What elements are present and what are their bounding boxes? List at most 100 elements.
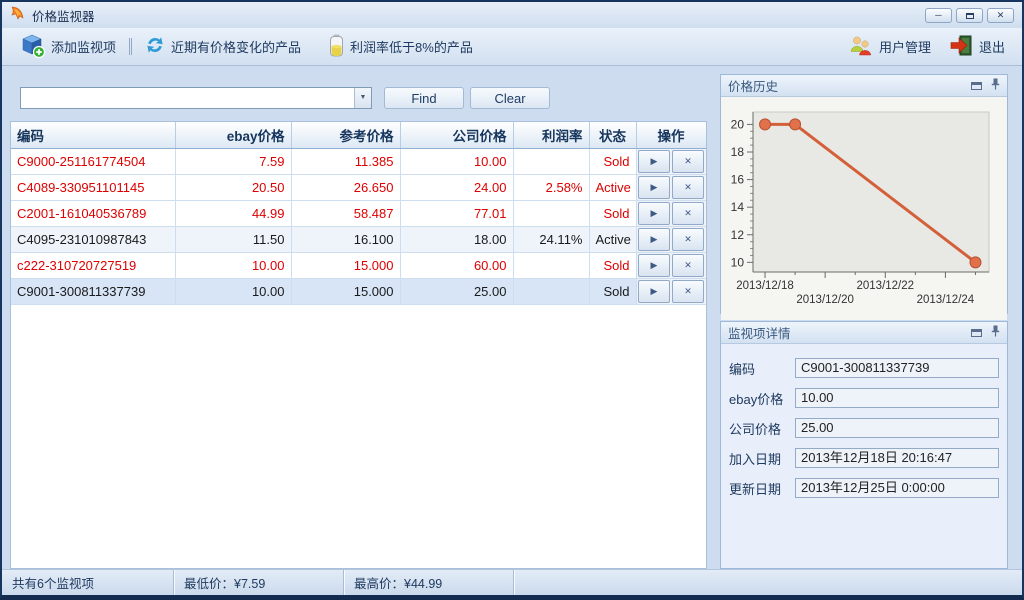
cell-ref: 15.000 [291, 252, 400, 278]
row-delete-button[interactable]: ✕ [672, 176, 704, 199]
status-spacer [514, 570, 1022, 595]
row-delete-button[interactable]: ✕ [672, 150, 704, 173]
clear-button[interactable]: Clear [470, 87, 550, 109]
exit-door-icon [949, 34, 973, 60]
row-delete-button[interactable]: ✕ [672, 202, 704, 225]
svg-text:2013/12/22: 2013/12/22 [856, 280, 914, 292]
add-monitor-button[interactable]: 添加监视项 [12, 30, 123, 63]
cell-operations: ▶✕ [636, 226, 706, 252]
close-button[interactable]: ✕ [987, 8, 1014, 23]
exit-button[interactable]: 退出 [942, 32, 1012, 62]
cell-status: Active [589, 174, 636, 200]
row-open-button[interactable]: ▶ [638, 280, 670, 303]
cell-company: 18.00 [400, 226, 513, 252]
cell-company: 24.00 [400, 174, 513, 200]
cell-code: c222-310720727519 [11, 252, 175, 278]
column-header-0[interactable]: 编码 [11, 122, 175, 148]
detail-field-value[interactable]: 25.00 [795, 418, 999, 438]
cell-company: 77.01 [400, 200, 513, 226]
cell-ebay: 20.50 [175, 174, 291, 200]
price-history-title: 价格历史 [728, 76, 778, 95]
table-header-row: 编码ebay价格参考价格公司价格利润率状态操作 [11, 122, 706, 148]
detail-field-label: 加入日期 [729, 449, 795, 468]
cell-ref: 15.000 [291, 278, 400, 304]
titlebar: 价格监视器 ─ ✕ [2, 2, 1022, 28]
status-total: 共有6个监视项 [2, 570, 174, 595]
right-pane: 价格历史 1012141618202013/12/18201 [720, 74, 1008, 569]
price-history-header: 价格历史 [721, 75, 1007, 97]
minimize-button[interactable]: ─ [925, 8, 952, 23]
recent-changes-button[interactable]: 近期有价格变化的产品 [138, 33, 308, 60]
row-open-button[interactable]: ▶ [638, 254, 670, 277]
svg-text:10: 10 [731, 255, 745, 269]
column-header-1[interactable]: ebay价格 [175, 122, 291, 148]
search-input[interactable] [21, 88, 354, 108]
row-open-button[interactable]: ▶ [638, 150, 670, 173]
svg-text:16: 16 [731, 173, 745, 187]
detail-field-value[interactable]: C9001-300811337739 [795, 358, 999, 378]
price-history-chart: 1012141618202013/12/182013/12/202013/12/… [721, 97, 1007, 320]
status-min-price: 最低价：¥7.59 [174, 570, 344, 595]
statusbar: 共有6个监视项 最低价：¥7.59 最高价：¥44.99 [2, 569, 1022, 595]
row-delete-button[interactable]: ✕ [672, 228, 704, 251]
column-header-6[interactable]: 操作 [636, 122, 706, 148]
panel-restore-icon[interactable] [971, 82, 982, 90]
svg-text:14: 14 [731, 200, 745, 214]
search-combobox: ▼ [20, 87, 372, 109]
pin-icon[interactable] [991, 325, 1000, 340]
cell-operations: ▶✕ [636, 252, 706, 278]
table-row[interactable]: C9001-30081133773910.0015.00025.00Sold▶✕ [11, 278, 706, 304]
chevron-down-icon[interactable]: ▼ [354, 88, 371, 108]
detail-field-value[interactable]: 2013年12月25日 0:00:00 [795, 478, 999, 498]
monitor-details-title: 监视项详情 [728, 323, 791, 342]
cell-ebay: 11.50 [175, 226, 291, 252]
cell-ref: 11.385 [291, 148, 400, 174]
cell-margin [513, 200, 589, 226]
detail-field-label: 编码 [729, 359, 795, 378]
cell-ref: 16.100 [291, 226, 400, 252]
monitor-details-panel: 监视项详情 编码C9001-300811337739ebay价格10.00公司价… [720, 321, 1008, 569]
svg-text:2013/12/20: 2013/12/20 [796, 294, 854, 306]
table-row[interactable]: C2001-16104053678944.9958.48777.01Sold▶✕ [11, 200, 706, 226]
column-header-3[interactable]: 公司价格 [400, 122, 513, 148]
search-row: ▼ Find Clear [10, 74, 707, 121]
cell-status: Sold [589, 148, 636, 174]
toolbar-separator [129, 38, 132, 55]
svg-text:2013/12/18: 2013/12/18 [736, 280, 794, 292]
user-management-label: 用户管理 [879, 37, 931, 56]
toolbar: 添加监视项 近期有价格变化的产品 利润率低于8%的产品 [2, 28, 1022, 66]
maximize-button[interactable] [956, 8, 983, 23]
column-header-4[interactable]: 利润率 [513, 122, 589, 148]
users-icon [848, 35, 873, 59]
row-delete-button[interactable]: ✕ [672, 280, 704, 303]
panel-restore-icon[interactable] [971, 329, 982, 337]
row-open-button[interactable]: ▶ [638, 176, 670, 199]
cell-ebay: 44.99 [175, 200, 291, 226]
table-row[interactable]: C4095-23101098784311.5016.10018.0024.11%… [11, 226, 706, 252]
table-row[interactable]: c222-31072072751910.0015.00060.00Sold▶✕ [11, 252, 706, 278]
user-management-button[interactable]: 用户管理 [841, 33, 938, 61]
detail-field-value[interactable]: 10.00 [795, 388, 999, 408]
table-row[interactable]: C4089-33095110114520.5026.65024.002.58%A… [11, 174, 706, 200]
minimize-icon: ─ [935, 10, 941, 20]
detail-field-value[interactable]: 2013年12月18日 20:16:47 [795, 448, 999, 468]
find-button[interactable]: Find [384, 87, 464, 109]
pin-icon[interactable] [991, 78, 1000, 93]
cell-operations: ▶✕ [636, 174, 706, 200]
low-margin-button[interactable]: 利润率低于8%的产品 [322, 32, 480, 62]
cell-code: C9001-300811337739 [11, 278, 175, 304]
cell-code: C4089-330951101145 [11, 174, 175, 200]
add-monitor-label: 添加监视项 [51, 37, 116, 56]
cell-code: C4095-231010987843 [11, 226, 175, 252]
table-row[interactable]: C9000-2511617745047.5911.38510.00Sold▶✕ [11, 148, 706, 174]
exit-label: 退出 [979, 37, 1005, 56]
column-header-2[interactable]: 参考价格 [291, 122, 400, 148]
column-header-5[interactable]: 状态 [589, 122, 636, 148]
cell-code: C9000-251161774504 [11, 148, 175, 174]
row-open-button[interactable]: ▶ [638, 202, 670, 225]
cell-margin [513, 148, 589, 174]
cell-company: 25.00 [400, 278, 513, 304]
detail-field: ebay价格10.00 [729, 388, 999, 408]
row-delete-button[interactable]: ✕ [672, 254, 704, 277]
row-open-button[interactable]: ▶ [638, 228, 670, 251]
